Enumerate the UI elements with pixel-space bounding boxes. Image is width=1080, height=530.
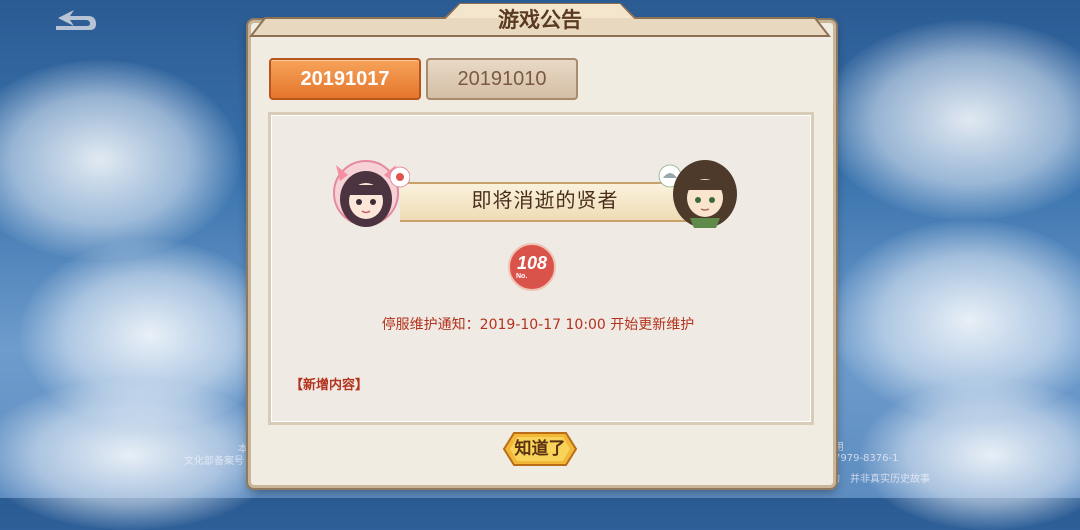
footer-right-line3: 虚构 并非真实历史故事	[820, 474, 930, 485]
background-cloud	[820, 20, 1080, 220]
number-badge-icon: 108 No.	[508, 243, 556, 291]
footer-right-line2: 7979-8376-1	[834, 453, 899, 464]
badge-number: 108	[516, 253, 548, 273]
maintenance-notice: 停服维护通知：2019-10-17 10:00 开始更新维护	[381, 317, 695, 333]
back-arrow-icon	[56, 10, 96, 30]
new-content-label: 【新增内容】	[290, 378, 369, 393]
footer-left-line2: 文化部备案号	[184, 456, 244, 467]
confirm-button[interactable]: 知道了	[500, 430, 580, 468]
background-cloud	[0, 60, 240, 260]
badge-prefix: No.	[516, 273, 528, 280]
banner-title: 即将消逝的贤者	[471, 188, 619, 212]
sage-avatar-icon	[658, 160, 737, 228]
confirm-label: 知道了	[514, 439, 566, 459]
tab-20191010[interactable]: 20191010	[426, 58, 578, 100]
announcement-banner: 即将消逝的贤者	[330, 155, 750, 235]
girl-avatar-icon	[333, 160, 410, 227]
dialog-title: 游戏公告	[498, 7, 582, 32]
dialog-title-bar: 游戏公告	[245, 0, 835, 38]
back-button[interactable]	[50, 8, 100, 38]
tab-20191017[interactable]: 20191017	[269, 58, 421, 100]
